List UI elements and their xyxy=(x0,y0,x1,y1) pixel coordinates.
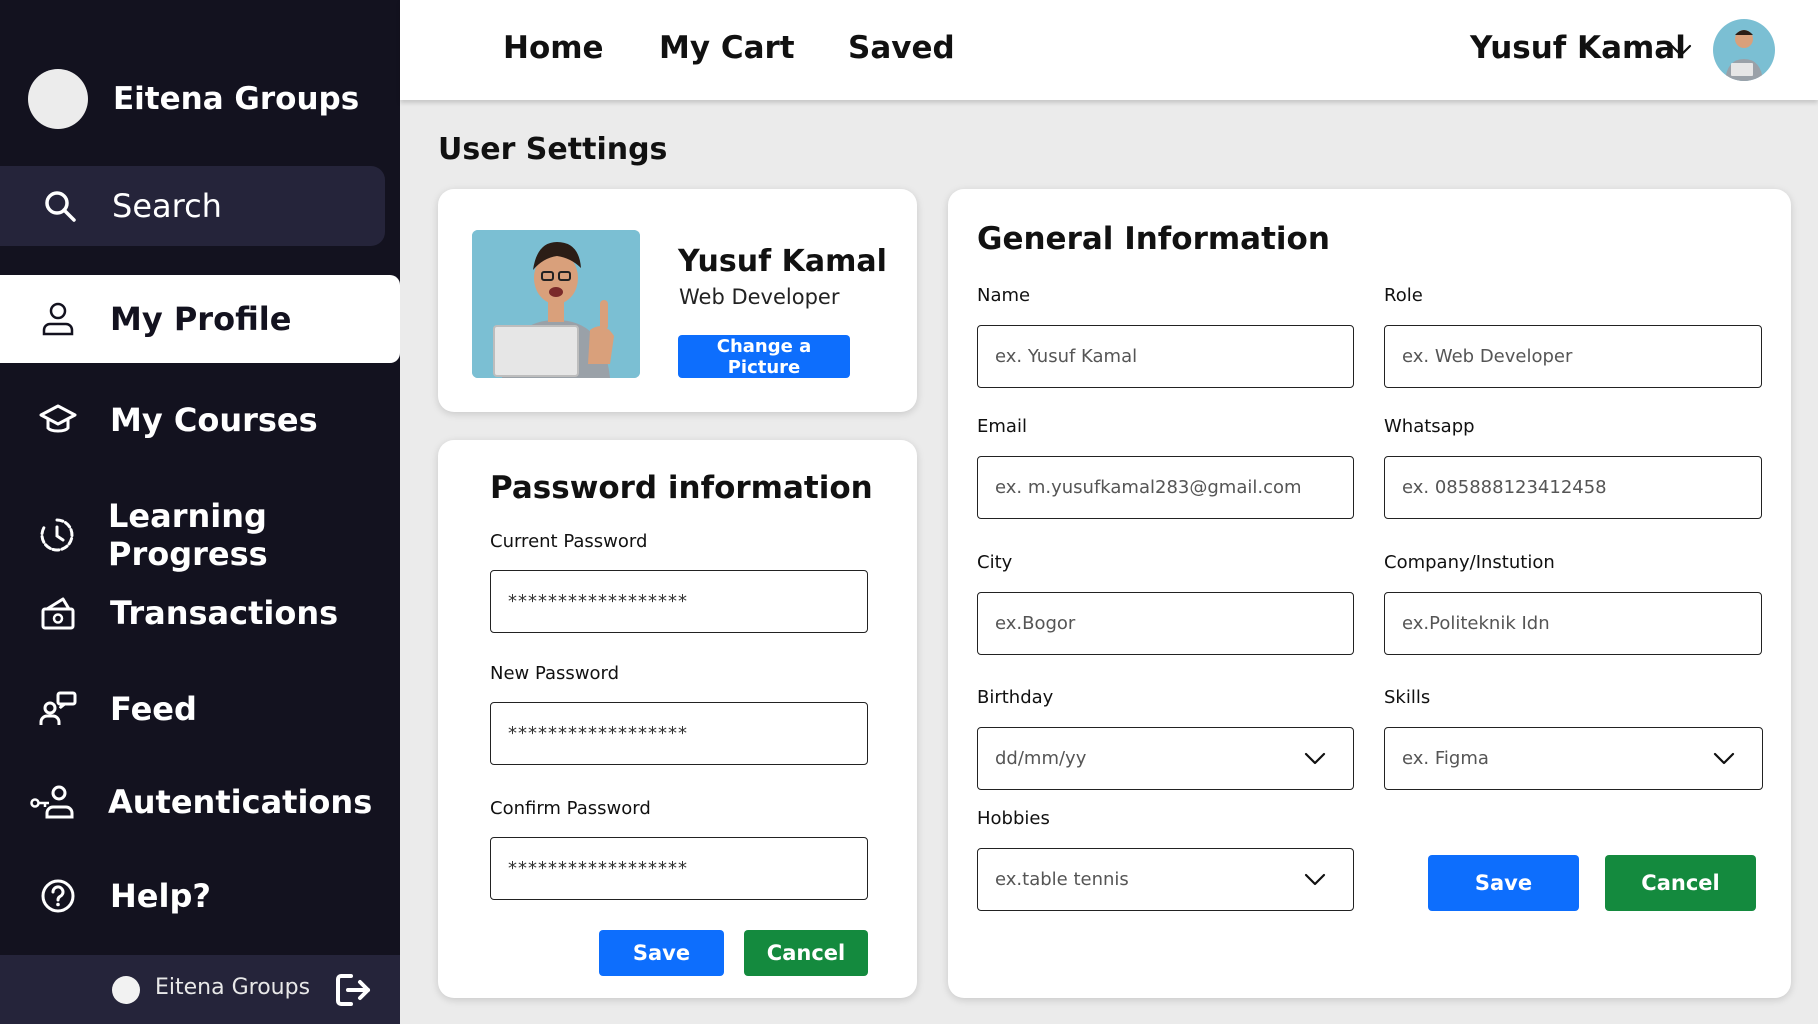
company-label: Company/Instution xyxy=(1384,552,1555,573)
profile-photo xyxy=(472,230,640,378)
sidebar-item-my-profile[interactable]: My Profile xyxy=(0,275,400,363)
sidebar-item-label: Feed xyxy=(110,690,197,728)
name-label: Name xyxy=(977,285,1031,306)
email-label: Email xyxy=(977,416,1027,437)
nav-link-home[interactable]: Home xyxy=(503,30,604,66)
sidebar-item-search[interactable]: Search xyxy=(0,166,385,246)
whatsapp-field[interactable] xyxy=(1384,456,1762,519)
sidebar-item-label: My Profile xyxy=(110,300,292,338)
footer-avatar xyxy=(112,976,140,1004)
sidebar-item-transactions[interactable]: Transactions xyxy=(38,593,338,633)
general-info-card: General Information Name Role Email What… xyxy=(948,189,1791,998)
change-picture-button[interactable]: Change a Picture xyxy=(678,335,850,378)
whatsapp-label: Whatsapp xyxy=(1384,416,1475,437)
sidebar-item-feed[interactable]: Feed xyxy=(38,689,197,729)
brand-logo xyxy=(28,69,88,129)
birthday-label: Birthday xyxy=(977,687,1054,708)
skills-label: Skills xyxy=(1384,687,1431,708)
name-field[interactable] xyxy=(977,325,1354,388)
skills-select[interactable]: ex. Figma xyxy=(1384,727,1763,790)
current-password-label: Current Password xyxy=(490,531,648,552)
sidebar-item-label: Transactions xyxy=(110,594,339,632)
current-password-field[interactable] xyxy=(490,570,868,633)
brand-name: Eitena Groups xyxy=(113,81,360,117)
skills-value: ex. Figma xyxy=(1402,748,1489,769)
password-card: Password information Current Password Ne… xyxy=(438,440,917,998)
city-field[interactable] xyxy=(977,592,1354,655)
sidebar-item-autentications[interactable]: Autentications xyxy=(28,782,372,822)
search-icon xyxy=(40,186,80,226)
sidebar-item-label: Search xyxy=(112,187,222,225)
avatar[interactable] xyxy=(1713,19,1775,81)
general-cancel-button[interactable]: Cancel xyxy=(1605,855,1756,911)
password-section-title: Password information xyxy=(490,470,873,506)
sidebar: Eitena Groups Search My Profile My Cours… xyxy=(0,0,400,1024)
profile-role: Web Developer xyxy=(679,285,840,309)
general-section-title: General Information xyxy=(977,221,1330,257)
logout-icon[interactable] xyxy=(335,970,373,1010)
sidebar-item-label: Autentications xyxy=(108,783,373,821)
chevron-down-icon[interactable] xyxy=(1668,38,1694,64)
chevron-down-icon xyxy=(1712,747,1736,771)
sidebar-item-my-courses[interactable]: My Courses xyxy=(38,400,318,440)
top-navbar: Home My Cart Saved Yusuf Kamal xyxy=(400,0,1818,100)
brand: Eitena Groups xyxy=(28,69,359,129)
birthday-select[interactable]: dd/mm/yy xyxy=(977,727,1354,790)
nav-link-saved[interactable]: Saved xyxy=(848,30,955,66)
hobbies-select[interactable]: ex.table tennis xyxy=(977,848,1354,911)
confirm-password-field[interactable] xyxy=(490,837,868,900)
history-clock-icon xyxy=(38,515,76,555)
confirm-password-label: Confirm Password xyxy=(490,798,651,819)
hobbies-value: ex.table tennis xyxy=(995,869,1129,890)
user-key-icon xyxy=(28,782,78,822)
role-label: Role xyxy=(1384,285,1423,306)
user-chat-icon xyxy=(38,689,78,729)
page-title: User Settings xyxy=(438,132,668,167)
user-name[interactable]: Yusuf Kamal xyxy=(1470,30,1686,66)
sidebar-item-learning-progress[interactable]: Learning Progress xyxy=(38,497,400,573)
password-save-button[interactable]: Save xyxy=(599,930,724,976)
sidebar-footer: Eitena Groups xyxy=(0,955,400,1024)
chevron-down-icon xyxy=(1303,868,1327,892)
new-password-label: New Password xyxy=(490,663,620,684)
user-icon xyxy=(38,299,78,339)
role-field[interactable] xyxy=(1384,325,1762,388)
sidebar-item-label: Learning Progress xyxy=(108,497,268,573)
city-label: City xyxy=(977,552,1013,573)
chevron-down-icon xyxy=(1303,747,1327,771)
new-password-field[interactable] xyxy=(490,702,868,765)
sidebar-item-label: Help? xyxy=(110,877,211,915)
cash-box-icon xyxy=(38,593,78,633)
birthday-value: dd/mm/yy xyxy=(995,748,1087,769)
hobbies-label: Hobbies xyxy=(977,808,1050,829)
nav-link-my-cart[interactable]: My Cart xyxy=(659,30,795,66)
footer-org-name: Eitena Groups xyxy=(155,975,311,1000)
sidebar-item-help[interactable]: Help? xyxy=(38,876,211,916)
company-field[interactable] xyxy=(1384,592,1762,655)
help-icon xyxy=(38,876,78,916)
email-field[interactable] xyxy=(977,456,1354,519)
password-cancel-button[interactable]: Cancel xyxy=(744,930,868,976)
profile-name: Yusuf Kamal xyxy=(678,244,887,279)
graduation-cap-icon xyxy=(38,400,78,440)
sidebar-item-label: My Courses xyxy=(110,401,318,439)
general-save-button[interactable]: Save xyxy=(1428,855,1579,911)
profile-card: Yusuf Kamal Web Developer Change a Pictu… xyxy=(438,189,917,412)
